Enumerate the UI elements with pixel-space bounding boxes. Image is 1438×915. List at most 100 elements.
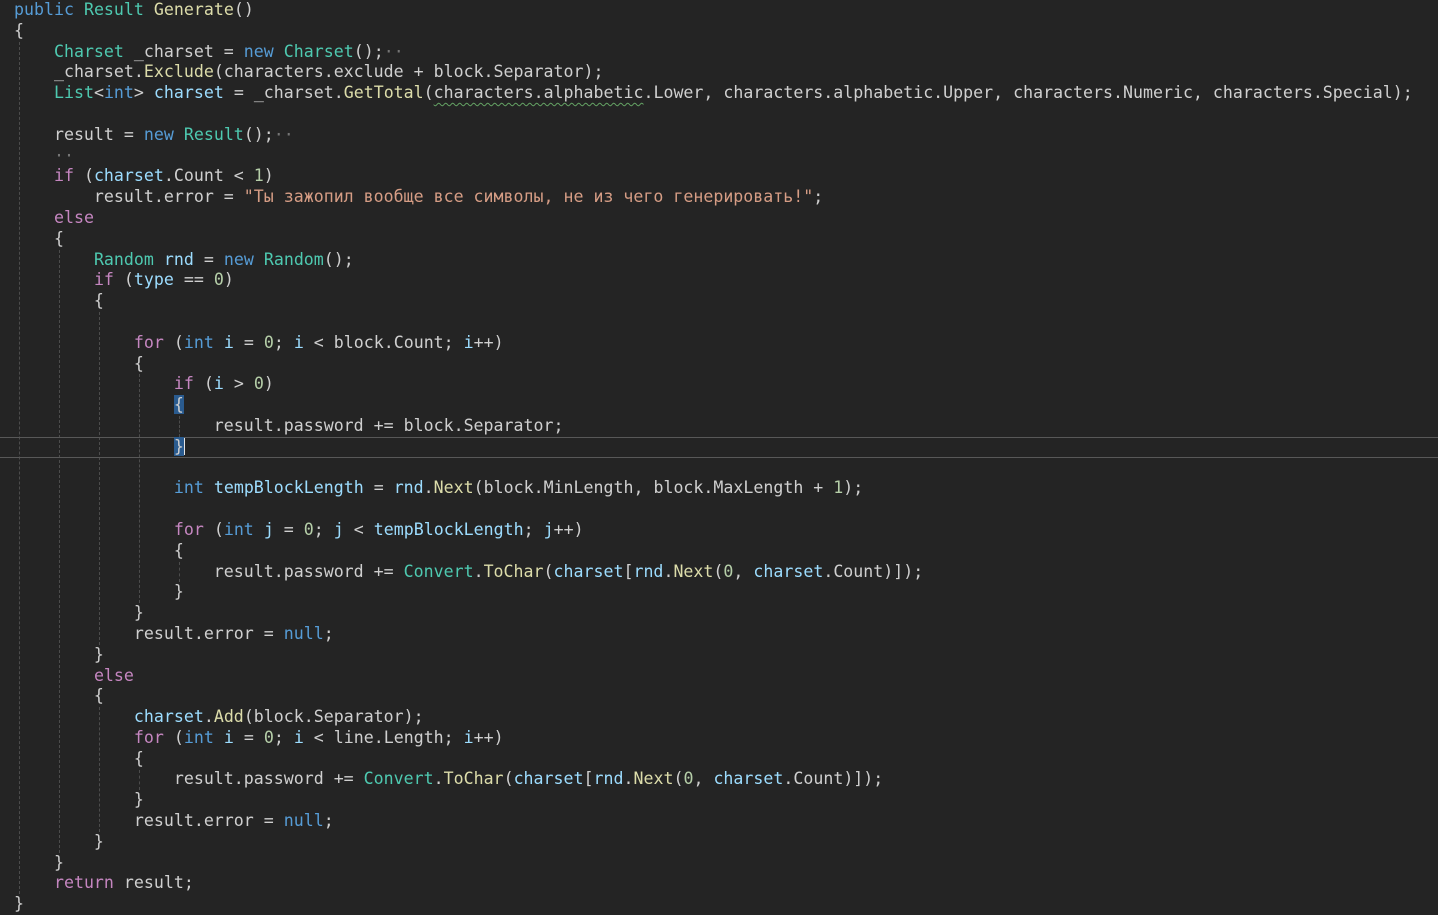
token: "Ты зажопил вообще все символы, не из че… xyxy=(243,187,814,207)
token-brace-match: { xyxy=(173,395,184,415)
token: int xyxy=(103,83,134,103)
token: else xyxy=(93,665,134,685)
token: charset xyxy=(753,561,824,581)
code-line[interactable]: for (int i = 0; i < block.Count; i++) xyxy=(0,333,1438,354)
token: if xyxy=(53,166,74,186)
code-line[interactable]: } xyxy=(0,853,1438,874)
code-line[interactable]: if (type == 0) xyxy=(0,270,1438,291)
code-line[interactable]: } xyxy=(0,790,1438,811)
token: ToChar xyxy=(483,561,544,581)
text-caret xyxy=(183,437,186,455)
token: { xyxy=(14,540,184,560)
token: tempBlockLength xyxy=(373,519,524,539)
code-line[interactable]: for (int j = 0; j < tempBlockLength; j++… xyxy=(0,520,1438,541)
code-line[interactable] xyxy=(0,458,1438,479)
token: . xyxy=(473,561,484,581)
token: ; xyxy=(323,811,334,831)
code-line[interactable]: result = new Result();·· xyxy=(0,125,1438,146)
token: . xyxy=(423,478,434,498)
code-line[interactable]: result.error = "Ты зажопил вообще все си… xyxy=(0,187,1438,208)
code-line[interactable]: { xyxy=(0,541,1438,562)
code-line[interactable]: result.error = null; xyxy=(0,624,1438,645)
token: 1 xyxy=(253,166,264,186)
token-squiggle: characters.alphabetic xyxy=(433,83,644,103)
code-line[interactable]: Charset _charset = new Charset();·· xyxy=(0,42,1438,63)
token: Exclude xyxy=(143,62,214,82)
token: .Count)]); xyxy=(783,769,884,789)
token: j xyxy=(263,519,274,539)
code-line[interactable]: } xyxy=(0,582,1438,603)
token: . xyxy=(623,769,634,789)
code-line[interactable]: charset.Add(block.Separator); xyxy=(0,707,1438,728)
token: int xyxy=(223,519,254,539)
token: . xyxy=(433,769,444,789)
code-line-current[interactable]: } xyxy=(0,436,1438,458)
code-line[interactable]: int tempBlockLength = rnd.Next(block.Min… xyxy=(0,478,1438,499)
code-line[interactable]: else xyxy=(0,208,1438,229)
token: < line.Length; xyxy=(303,727,464,747)
token: .Count < xyxy=(163,166,254,186)
code-line[interactable]: { xyxy=(0,21,1438,42)
code-line[interactable]: result.password += Convert.ToChar(charse… xyxy=(0,562,1438,583)
code-line[interactable]: if (charset.Count < 1) xyxy=(0,166,1438,187)
code-line[interactable]: _charset.Exclude(characters.exclude + bl… xyxy=(0,62,1438,83)
code-line[interactable] xyxy=(0,312,1438,333)
token: ( xyxy=(543,561,554,581)
code-line[interactable]: { xyxy=(0,354,1438,375)
code-line[interactable]: for (int i = 0; i < line.Length; i++) xyxy=(0,728,1438,749)
token: charset xyxy=(93,166,164,186)
code-line[interactable]: else xyxy=(0,666,1438,687)
token: [ xyxy=(623,561,634,581)
code-line[interactable]: { xyxy=(0,291,1438,312)
token: charset xyxy=(513,769,584,789)
code-line[interactable]: { xyxy=(0,686,1438,707)
code-line[interactable]: { xyxy=(0,749,1438,770)
token: rnd xyxy=(633,561,664,581)
code-line[interactable]: } xyxy=(0,894,1438,915)
token: _charset = xyxy=(123,41,244,61)
token: () xyxy=(233,0,254,19)
token: { xyxy=(14,353,144,373)
token: ( xyxy=(193,374,214,394)
code-line[interactable]: } xyxy=(0,832,1438,853)
token: Charset xyxy=(283,41,354,61)
token: ( xyxy=(713,561,724,581)
code-line[interactable]: ·· xyxy=(0,146,1438,167)
token: = xyxy=(233,727,264,747)
code-line[interactable]: result.password += block.Separator; xyxy=(0,416,1438,437)
token: result.password += xyxy=(14,769,364,789)
code-line[interactable]: return result; xyxy=(0,873,1438,894)
token: i xyxy=(463,727,474,747)
token: charset xyxy=(153,83,224,103)
code-line[interactable]: public Result Generate() xyxy=(0,0,1438,21)
token: ToChar xyxy=(443,769,504,789)
token: Add xyxy=(213,707,244,727)
code-line[interactable]: result.password += Convert.ToChar(charse… xyxy=(0,769,1438,790)
token: ) xyxy=(263,166,274,186)
code-line[interactable]: } xyxy=(0,645,1438,666)
token: ( xyxy=(503,769,514,789)
code-line[interactable] xyxy=(0,499,1438,520)
code-line[interactable]: } xyxy=(0,603,1438,624)
code-line[interactable]: List<int> charset = _charset.GetTotal(ch… xyxy=(0,83,1438,104)
token: ; xyxy=(813,187,824,207)
code-line[interactable]: result.error = null; xyxy=(0,811,1438,832)
code-line[interactable]: if (i > 0) xyxy=(0,374,1438,395)
code-line[interactable]: { xyxy=(0,229,1438,250)
token: , xyxy=(693,769,714,789)
code-editor[interactable]: public Result Generate(){ Charset _chars… xyxy=(0,0,1438,915)
code-line[interactable]: Random rnd = new Random(); xyxy=(0,250,1438,271)
code-line[interactable]: { xyxy=(0,395,1438,416)
code-line[interactable] xyxy=(0,104,1438,125)
token: public xyxy=(14,0,74,19)
token: ( xyxy=(203,519,224,539)
token: (); xyxy=(323,249,354,269)
